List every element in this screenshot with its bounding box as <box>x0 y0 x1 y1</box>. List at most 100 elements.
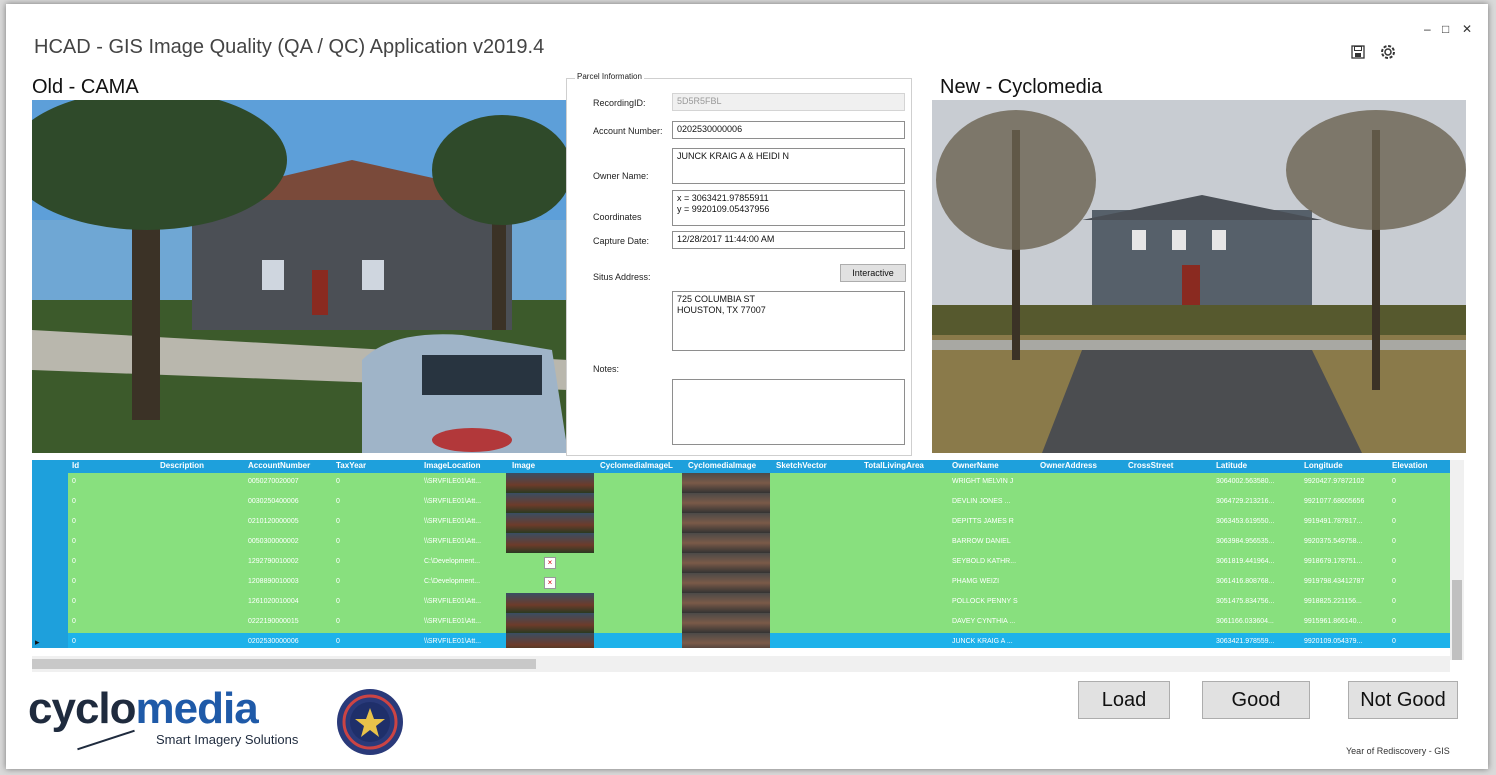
cell-lat: 3061416.808768... <box>1216 578 1275 585</box>
load-button[interactable]: Load <box>1078 681 1170 719</box>
notes-label: Notes: <box>593 364 620 374</box>
table-row[interactable]: 0 0222190000015 0 \\SRVFILE01\Att... DAVEY C… <box>68 613 1456 633</box>
situs-address-label: Situs Address: <box>593 272 651 282</box>
grid-horizontal-scrollbar[interactable] <box>32 656 1450 672</box>
cell-account: 0222190000015 <box>248 618 299 625</box>
cell-id: 0 <box>72 558 76 565</box>
new-cyclomedia-label: New - Cyclomedia <box>940 76 1103 98</box>
cell-loc: \\SRVFILE01\Att... <box>424 598 482 605</box>
minimize-button[interactable]: ‒ <box>1424 22 1431 36</box>
cell-elev: 0 <box>1392 578 1396 585</box>
table-row[interactable]: 0 0050270020007 0 \\SRVFILE01\Att... WRIGHT … <box>68 473 1456 493</box>
cell-tax: 0 <box>336 558 340 565</box>
row-header[interactable] <box>32 533 68 553</box>
row-header[interactable] <box>32 493 68 513</box>
cell-account: 0030250400006 <box>248 498 299 505</box>
cell-tax: 0 <box>336 598 340 605</box>
row-header[interactable] <box>32 593 68 613</box>
cell-account: 0050300000002 <box>248 538 299 545</box>
col-sketch-vector[interactable]: SketchVector <box>776 461 827 470</box>
cell-account: 1261020010004 <box>248 598 299 605</box>
col-owner-name[interactable]: OwnerName <box>952 461 999 470</box>
app-window: HCAD - GIS Image Quality (QA / QC) Appli… <box>6 4 1488 769</box>
cell-loc: C:\Development... <box>424 558 481 565</box>
cell-lon: 9920375.549758... <box>1304 538 1363 545</box>
cell-lat: 3063984.956535... <box>1216 538 1275 545</box>
close-button[interactable]: ✕ <box>1462 22 1472 36</box>
account-number-field[interactable]: 0202530000006 <box>672 121 905 139</box>
new-cyclomedia-photo <box>932 100 1466 453</box>
cell-lon: 9919491.787817... <box>1304 518 1363 525</box>
col-total-living-area[interactable]: TotalLivingArea <box>864 461 924 470</box>
col-cyclomedia-image[interactable]: CyclomediaImage <box>688 461 756 470</box>
cell-id: 0 <box>72 618 76 625</box>
col-id[interactable]: Id <box>72 461 79 470</box>
col-elevation[interactable]: Elevation <box>1392 461 1428 470</box>
col-cyclomedia-image-location[interactable]: CyclomediaImageL <box>600 461 673 470</box>
cyclomedia-image-thumbnail <box>682 533 770 553</box>
cell-owner: DEPITTS JAMES R <box>952 518 1014 525</box>
vscroll-thumb[interactable] <box>1452 580 1462 660</box>
table-row-selected[interactable]: 0 0202530000006 0 \\SRVFILE01\Att... JUNCK K… <box>68 633 1456 648</box>
row-header[interactable] <box>32 473 68 493</box>
cell-elev: 0 <box>1392 518 1396 525</box>
cell-owner: JUNCK KRAIG A ... <box>952 638 1013 645</box>
table-row[interactable]: 0 1261020010004 0 \\SRVFILE01\Att... POLLOCK… <box>68 593 1456 613</box>
not-good-button[interactable]: Not Good <box>1348 681 1458 719</box>
save-icon[interactable] <box>1348 42 1368 62</box>
col-account-number[interactable]: AccountNumber <box>248 461 310 470</box>
gear-icon[interactable] <box>1378 42 1398 62</box>
cell-lon: 9921077.68605656 <box>1304 498 1365 505</box>
interactive-button[interactable]: Interactive <box>840 264 906 282</box>
cell-tax: 0 <box>336 618 340 625</box>
maximize-button[interactable]: □ <box>1442 22 1449 36</box>
cell-elev: 0 <box>1392 638 1396 645</box>
good-button[interactable]: Good <box>1202 681 1310 719</box>
notes-field[interactable] <box>672 379 905 445</box>
cell-lon: 9918679.178751... <box>1304 558 1363 565</box>
broken-image-icon: × <box>544 557 556 569</box>
cell-lat: 3064002.563580... <box>1216 478 1275 485</box>
table-row[interactable]: 0 1292790010002 0 C:\Development... SEYBOLD … <box>68 553 1456 573</box>
table-row[interactable]: 0 1208890010003 0 C:\Development... PHAMG WE… <box>68 573 1456 593</box>
cell-account: 0210120000005 <box>248 518 299 525</box>
cell-id: 0 <box>72 498 76 505</box>
coordinates-field[interactable]: x = 3063421.97855911 y = 9920109.0543795… <box>672 190 905 226</box>
row-header[interactable] <box>32 513 68 533</box>
cell-id: 0 <box>72 538 76 545</box>
capture-date-field[interactable]: 12/28/2017 11:44:00 AM <box>672 231 905 249</box>
records-grid[interactable]: Id Description AccountNumber TaxYear Ima… <box>32 460 1456 648</box>
grid-vertical-scrollbar[interactable] <box>1450 460 1464 660</box>
hscroll-thumb[interactable] <box>32 659 536 669</box>
cell-lon: 9920427.97872102 <box>1304 478 1365 485</box>
row-header[interactable] <box>32 573 68 593</box>
table-row[interactable]: 0 0030250400006 0 \\SRVFILE01\Att... DEVLIN … <box>68 493 1456 513</box>
cell-loc: C:\Development... <box>424 578 481 585</box>
cyclomedia-image-thumbnail <box>682 493 770 513</box>
situs-address-field[interactable]: 725 COLUMBIA ST HOUSTON, TX 77007 <box>672 291 905 351</box>
old-cama-label: Old - CAMA <box>32 76 139 98</box>
account-number-label: Account Number: <box>593 126 663 136</box>
owner-name-field[interactable]: JUNCK KRAIG A & HEIDI N <box>672 148 905 184</box>
col-latitude[interactable]: Latitude <box>1216 461 1247 470</box>
col-owner-address[interactable]: OwnerAddress <box>1040 461 1097 470</box>
cell-tax: 0 <box>336 478 340 485</box>
cell-tax: 0 <box>336 638 340 645</box>
cell-id: 0 <box>72 638 76 645</box>
table-row[interactable]: 0 0210120000005 0 \\SRVFILE01\Att... DEPITTS… <box>68 513 1456 533</box>
row-header[interactable] <box>32 553 68 573</box>
col-image-location[interactable]: ImageLocation <box>424 461 480 470</box>
recording-id-field: 5D5R5FBL <box>672 93 905 111</box>
row-header[interactable]: ▸ <box>32 633 68 648</box>
table-row[interactable]: 0 0050300000002 0 \\SRVFILE01\Att... BARROW … <box>68 533 1456 553</box>
grid-header: Id Description AccountNumber TaxYear Ima… <box>32 460 1456 472</box>
cell-account: 1208890010003 <box>248 578 299 585</box>
col-longitude[interactable]: Longitude <box>1304 461 1343 470</box>
parcel-information-group: Parcel Information RecordingID: 5D5R5FBL… <box>566 72 912 456</box>
cyclomedia-image-thumbnail <box>682 633 770 648</box>
col-tax-year[interactable]: TaxYear <box>336 461 366 470</box>
col-cross-street[interactable]: CrossStreet <box>1128 461 1173 470</box>
row-header[interactable] <box>32 613 68 633</box>
col-image[interactable]: Image <box>512 461 535 470</box>
col-description[interactable]: Description <box>160 461 204 470</box>
